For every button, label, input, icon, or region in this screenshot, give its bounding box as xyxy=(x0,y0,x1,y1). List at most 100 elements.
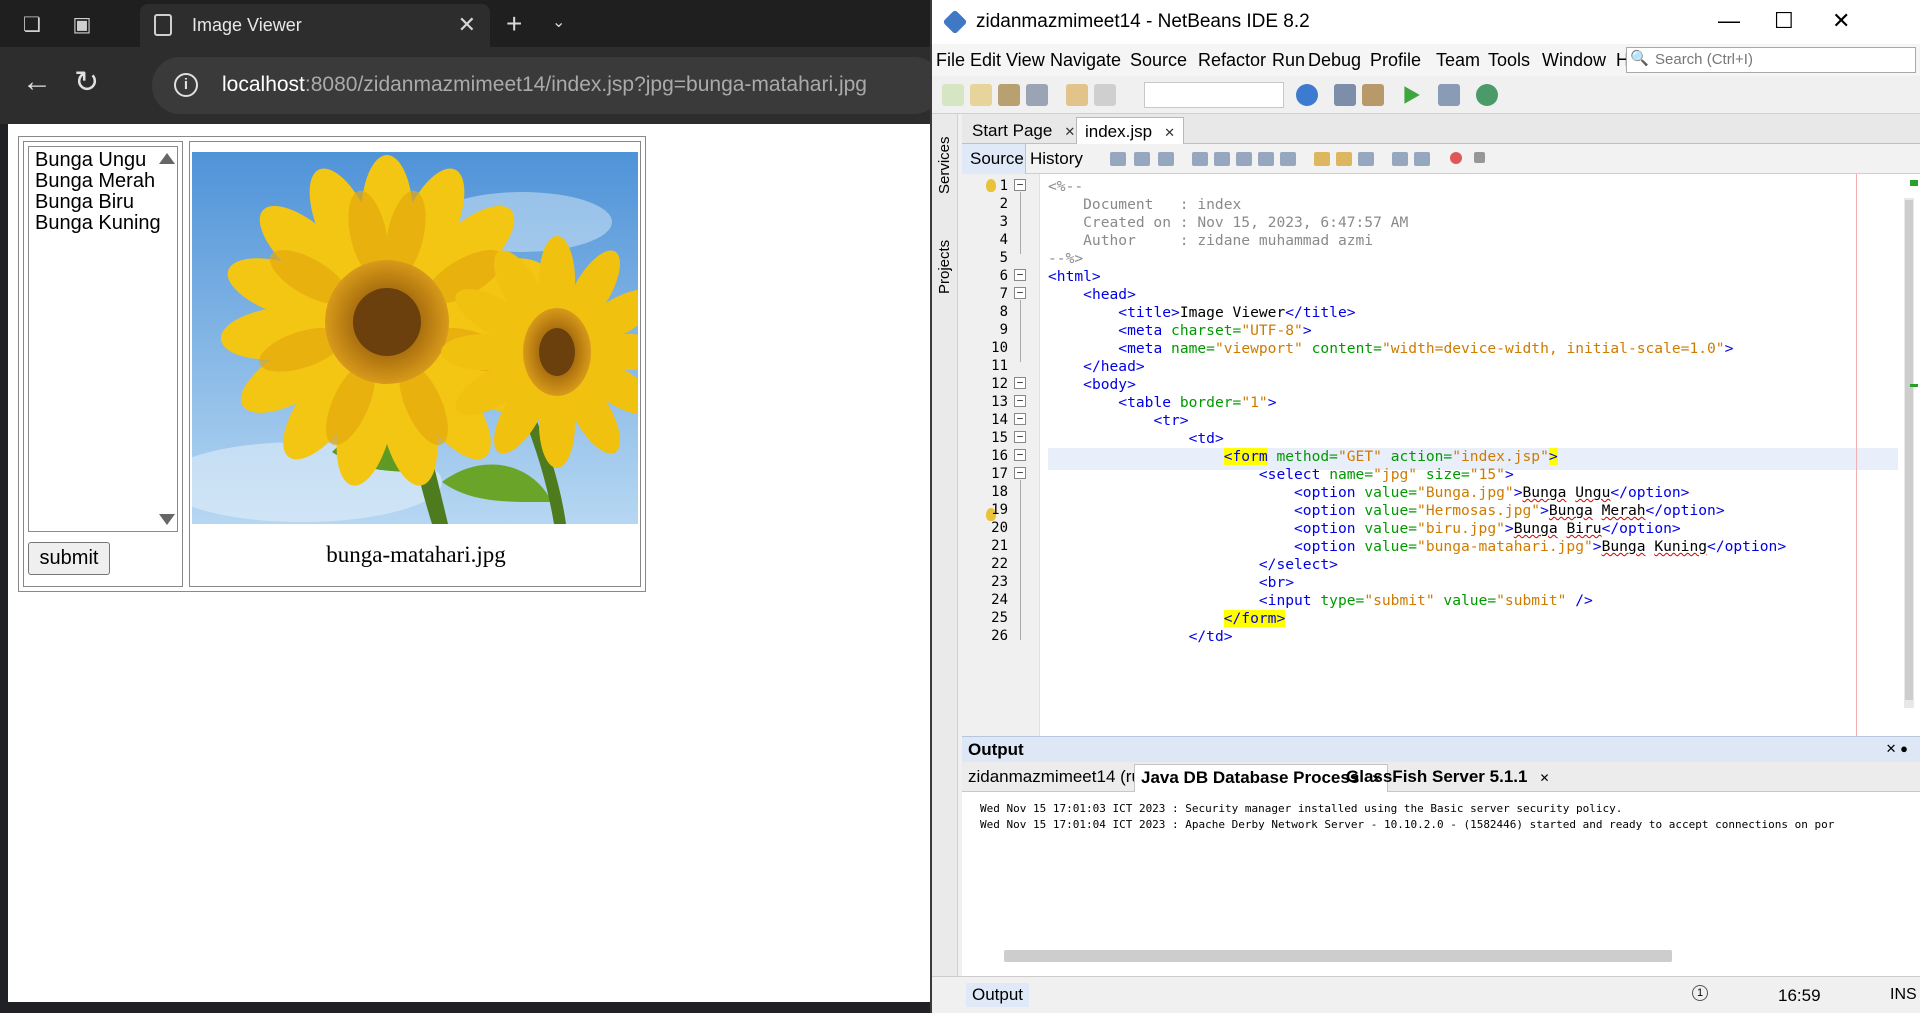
menu-debug[interactable]: Debug xyxy=(1308,50,1361,71)
fold-toggle-icon[interactable]: − xyxy=(1014,269,1026,281)
open-project-icon[interactable] xyxy=(998,84,1020,106)
editor-vertical-scrollbar[interactable] xyxy=(1904,198,1914,708)
menu-refactor[interactable]: Refactor xyxy=(1198,50,1266,71)
fold-toggle-icon[interactable]: − xyxy=(1014,287,1026,299)
back-icon[interactable] xyxy=(1134,152,1150,166)
debug-project-icon[interactable] xyxy=(1438,84,1460,106)
close-window-icon[interactable]: ✕ xyxy=(1832,8,1850,34)
menu-profile[interactable]: Profile xyxy=(1370,50,1421,71)
run-project-icon[interactable] xyxy=(1404,86,1420,104)
output-tab-glassfish[interactable]: GlassFish Server 5.1.1 ✕ xyxy=(1346,767,1550,787)
menu-file[interactable]: File xyxy=(936,50,965,71)
code-editor[interactable]: 1 2 3 4 5 6 7 8 9 10 11 12 13 14 15 16 1… xyxy=(962,174,1920,736)
source-view-button[interactable]: Source xyxy=(962,144,1026,174)
option-bunga-ungu[interactable]: Bunga Ungu xyxy=(35,149,146,172)
browser-globe-icon[interactable] xyxy=(1296,84,1318,106)
tab-title: Image Viewer xyxy=(192,15,302,35)
menu-tools[interactable]: Tools xyxy=(1488,50,1530,71)
build-hammer-icon[interactable] xyxy=(1334,84,1356,106)
last-edit-icon[interactable] xyxy=(1110,152,1126,166)
site-info-icon[interactable]: i xyxy=(174,73,198,97)
image-caption: bunga-matahari.jpg xyxy=(326,542,506,567)
redo-icon[interactable] xyxy=(1094,84,1116,106)
close-tab-icon[interactable]: ✕ xyxy=(458,12,476,38)
line-number: 24 xyxy=(991,592,1008,608)
toggle-bookmark-icon[interactable] xyxy=(1358,152,1374,166)
profile-project-icon[interactable] xyxy=(1476,84,1498,106)
shift-left-icon[interactable] xyxy=(1392,152,1408,166)
forward-icon[interactable] xyxy=(1158,152,1174,166)
submit-button[interactable]: submit xyxy=(28,542,110,575)
menu-edit[interactable]: Edit xyxy=(970,50,1001,71)
fold-toggle-icon[interactable]: − xyxy=(1014,467,1026,479)
option-bunga-biru[interactable]: Bunga Biru xyxy=(35,191,134,214)
search-placeholder: Search (Ctrl+I) xyxy=(1655,51,1753,68)
toggle-highlight-icon[interactable] xyxy=(1258,152,1274,166)
new-project-icon[interactable] xyxy=(970,84,992,106)
start-macro-icon[interactable] xyxy=(1450,152,1462,164)
output-panel-controls[interactable]: ✕ ● xyxy=(1886,741,1908,757)
fold-toggle-icon[interactable]: − xyxy=(1014,395,1026,407)
rect-select-icon[interactable] xyxy=(1280,152,1296,166)
maximize-icon[interactable]: ☐ xyxy=(1774,8,1794,34)
next-bookmark-icon[interactable] xyxy=(1336,152,1352,166)
close-tab-icon[interactable]: ✕ xyxy=(1164,125,1175,140)
save-all-icon[interactable] xyxy=(1026,84,1048,106)
output-console[interactable]: Wed Nov 15 17:01:03 ICT 2023 : Security … xyxy=(962,792,1920,992)
tab-start-page[interactable]: Start Page ✕ xyxy=(964,117,1083,144)
fold-toggle-icon[interactable]: − xyxy=(1014,413,1026,425)
url-field[interactable]: i localhost:8080/zidanmazmimeet14/index.… xyxy=(152,57,942,114)
scroll-up-arrow-icon[interactable] xyxy=(159,153,175,164)
option-bunga-merah[interactable]: Bunga Merah xyxy=(35,170,155,193)
configuration-dropdown[interactable] xyxy=(1144,82,1284,108)
notifications-icon[interactable]: 1 xyxy=(1692,985,1708,1001)
new-file-icon[interactable] xyxy=(942,84,964,106)
line-number: 9 xyxy=(999,322,1008,338)
output-toggle-button[interactable]: Output xyxy=(966,983,1030,1007)
menu-run[interactable]: Run xyxy=(1272,50,1305,71)
new-tab-icon[interactable]: + xyxy=(506,8,522,40)
menu-team[interactable]: Team xyxy=(1436,50,1480,71)
fold-toggle-icon[interactable]: − xyxy=(1014,449,1026,461)
menu-window[interactable]: Window xyxy=(1542,50,1606,71)
tab-index-jsp[interactable]: index.jsp ✕ xyxy=(1076,117,1185,144)
fold-toggle-icon[interactable]: − xyxy=(1014,179,1026,191)
menu-view[interactable]: View xyxy=(1006,50,1045,71)
find-next-icon[interactable] xyxy=(1236,152,1252,166)
close-tab-icon[interactable]: ✕ xyxy=(1064,124,1075,139)
minimize-icon[interactable]: — xyxy=(1718,8,1740,34)
prev-bookmark-icon[interactable] xyxy=(1314,152,1330,166)
undo-icon[interactable] xyxy=(1066,84,1088,106)
scroll-thumb[interactable] xyxy=(1905,200,1913,700)
url-host: localhost xyxy=(222,73,305,96)
find-previous-icon[interactable] xyxy=(1214,152,1230,166)
output-horizontal-scrollbar[interactable] xyxy=(1004,950,1672,962)
services-tab[interactable]: Services xyxy=(936,136,953,194)
browser-tab-image-viewer[interactable]: Image Viewer ✕ xyxy=(140,4,490,47)
netbeans-logo-icon xyxy=(942,9,968,35)
find-icon[interactable] xyxy=(1192,152,1208,166)
line-number: 1 xyxy=(999,178,1008,194)
chevron-down-icon[interactable]: ⌄ xyxy=(552,12,565,32)
workspaces-icon[interactable]: ❏ xyxy=(16,8,48,40)
menu-navigate[interactable]: Navigate xyxy=(1050,50,1121,71)
fold-toggle-icon[interactable]: − xyxy=(1014,431,1026,443)
clean-build-icon[interactable] xyxy=(1362,84,1384,106)
tab-actions-icon[interactable]: ▣ xyxy=(66,8,98,40)
jpg-select-list[interactable]: Bunga Ungu Bunga Merah Bunga Biru Bunga … xyxy=(28,146,178,532)
menu-source[interactable]: Source xyxy=(1130,50,1187,71)
scroll-down-arrow-icon[interactable] xyxy=(159,514,175,525)
shift-right-icon[interactable] xyxy=(1414,152,1430,166)
netbeans-window: zidanmazmimeet14 - NetBeans IDE 8.2 — ☐ … xyxy=(930,0,1920,1013)
history-view-button[interactable]: History xyxy=(1030,149,1083,169)
close-tab-icon[interactable]: ✕ xyxy=(1539,771,1549,785)
projects-tab[interactable]: Projects xyxy=(936,240,953,294)
fold-toggle-icon[interactable]: − xyxy=(1014,377,1026,389)
search-input[interactable]: 🔍 Search (Ctrl+I) xyxy=(1626,47,1916,73)
option-bunga-kuning[interactable]: Bunga Kuning xyxy=(35,212,161,235)
back-arrow-icon[interactable]: ← xyxy=(22,65,52,99)
stop-macro-icon[interactable] xyxy=(1474,152,1485,163)
output-tab-bar: zidanmazmimeet14 (run) ✕ Java DB Database… xyxy=(962,762,1920,792)
refresh-icon[interactable]: ↻ xyxy=(74,65,99,100)
document-icon xyxy=(154,14,172,36)
